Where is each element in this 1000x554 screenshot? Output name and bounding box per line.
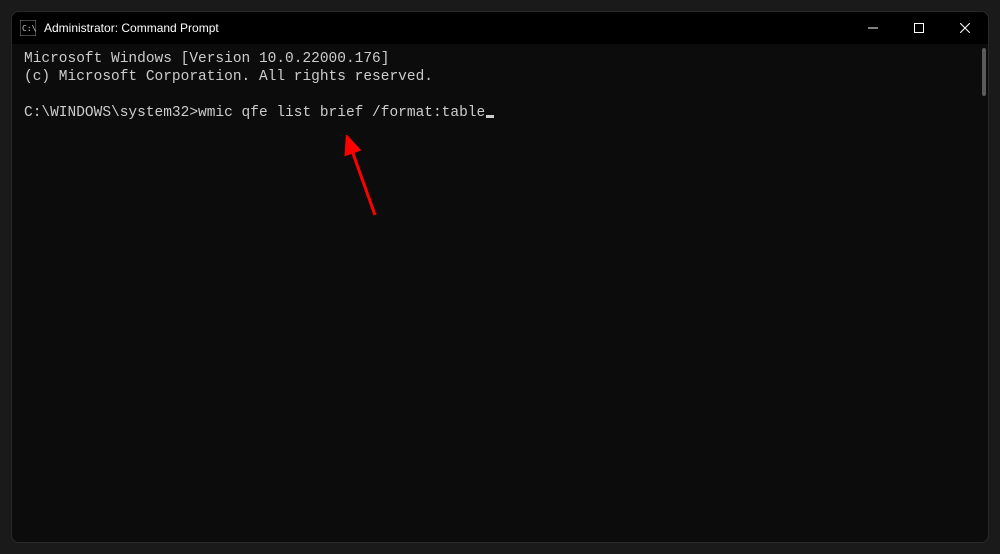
- cursor: [486, 115, 494, 118]
- cmd-icon: C:\: [20, 20, 36, 36]
- titlebar[interactable]: C:\ Administrator: Command Prompt: [12, 12, 988, 44]
- maximize-button[interactable]: [896, 12, 942, 44]
- terminal-blank-line: [24, 86, 976, 104]
- terminal-output-line: Microsoft Windows [Version 10.0.22000.17…: [24, 50, 976, 68]
- terminal-output-line: (c) Microsoft Corporation. All rights re…: [24, 68, 976, 86]
- command-text: wmic qfe list brief /format:table: [198, 105, 485, 121]
- close-button[interactable]: [942, 12, 988, 44]
- minimize-button[interactable]: [850, 12, 896, 44]
- scrollbar-track[interactable]: [980, 44, 988, 542]
- window-controls: [850, 12, 988, 44]
- scrollbar-thumb[interactable]: [982, 48, 986, 96]
- command-prompt-window: C:\ Administrator: Command Prompt Micros…: [11, 11, 989, 543]
- prompt-text: C:\WINDOWS\system32>: [24, 105, 198, 121]
- terminal-body[interactable]: Microsoft Windows [Version 10.0.22000.17…: [12, 44, 988, 542]
- terminal-prompt-line: C:\WINDOWS\system32>wmic qfe list brief …: [24, 104, 976, 122]
- svg-text:C:\: C:\: [22, 24, 36, 33]
- window-title: Administrator: Command Prompt: [44, 21, 850, 35]
